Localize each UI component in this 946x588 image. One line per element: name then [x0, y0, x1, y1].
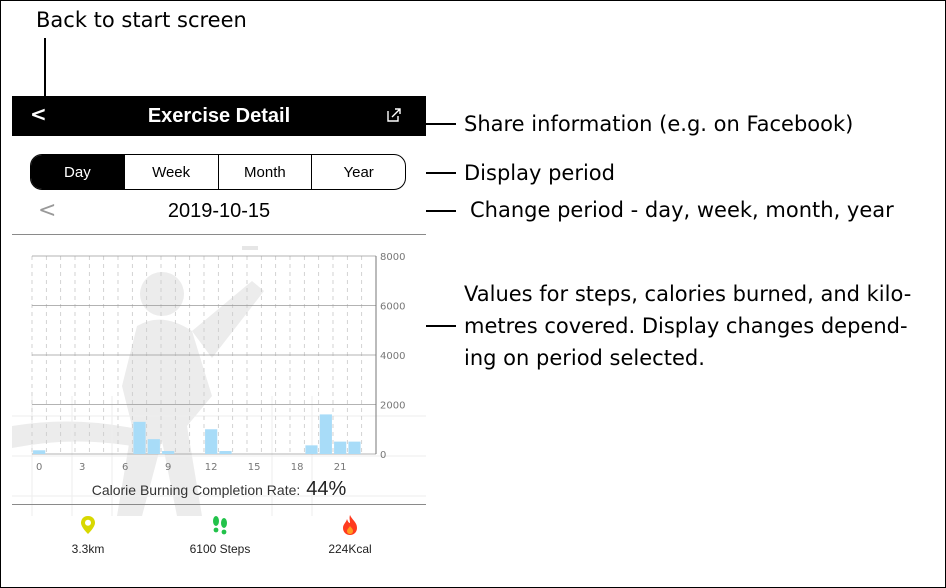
- chart-bar: [334, 441, 347, 454]
- annotation-share: Share information (e.g. on Facebook): [464, 112, 854, 136]
- chart-canvas: 8000 6000 4000 2000 0 0 3 6 9 12 15 18 21: [31, 252, 405, 473]
- tab-day[interactable]: Day: [31, 155, 124, 189]
- annotation-values-2: metres covered. Display changes depend-: [464, 314, 908, 338]
- rate-label: Calorie Burning Completion Rate:: [91, 482, 301, 498]
- annotation-values-3: ing on period selected.: [464, 346, 705, 370]
- location-pin-icon: [81, 516, 95, 534]
- steps-bar-chart: 8000 6000 4000 2000 0 0 3 6 9 12 15 18 21: [12, 236, 426, 486]
- distance-value: 3.3km: [71, 542, 105, 556]
- chart-bar: [305, 445, 318, 454]
- divider: [12, 234, 426, 235]
- annotation-period: Display period: [464, 161, 615, 185]
- share-icon[interactable]: [386, 107, 402, 123]
- annotation-share-line: [426, 123, 456, 125]
- date-navigator: < 2019-10-15: [12, 194, 426, 232]
- stat-steps: 6100 Steps: [160, 514, 280, 556]
- annotation-change-period: Change period - day, week, month, year: [470, 198, 894, 222]
- x-tick-label: 6: [122, 462, 128, 473]
- exercise-detail-screen: < Exercise Detail Day Week Month Year < …: [12, 96, 426, 572]
- stat-calories: 224Kcal: [290, 514, 410, 556]
- x-tick-label: 12: [205, 462, 218, 473]
- chart-bar: [33, 450, 46, 454]
- tab-week[interactable]: Week: [123, 155, 218, 189]
- x-tick-label: 21: [334, 462, 347, 473]
- chart-bar: [219, 451, 232, 454]
- tab-year[interactable]: Year: [311, 155, 405, 189]
- divider: [12, 504, 426, 505]
- annotation-back: Back to start screen: [36, 8, 247, 32]
- period-tabs: Day Week Month Year: [30, 154, 406, 190]
- x-tick-label: 15: [248, 462, 261, 473]
- chart-bar: [133, 421, 146, 454]
- page-title: Exercise Detail: [147, 105, 291, 127]
- stat-distance: 3.3km: [28, 514, 148, 556]
- annotation-back-line: [44, 38, 46, 104]
- calorie-completion-rate: Calorie Burning Completion Rate: 44%: [12, 478, 426, 504]
- header-bar: < Exercise Detail: [12, 96, 426, 136]
- annotation-values-1: Values for steps, calories burned, and k…: [464, 282, 912, 306]
- tab-month[interactable]: Month: [217, 155, 312, 189]
- y-tick-label: 0: [380, 450, 386, 461]
- current-date: 2019-10-15: [167, 200, 271, 222]
- steps-unit: Steps: [219, 542, 251, 556]
- y-tick-label: 8000: [380, 252, 405, 263]
- x-tick-label: 9: [165, 462, 171, 473]
- chart-bar: [147, 439, 160, 454]
- y-tick-label: 6000: [380, 302, 405, 313]
- chart-bar: [348, 441, 361, 454]
- chart-bar: [162, 451, 175, 454]
- footprints-icon: [213, 516, 227, 535]
- flame-icon: [343, 515, 357, 535]
- steps-number: 6100: [189, 542, 217, 556]
- y-tick-label: 4000: [380, 351, 405, 362]
- calories-value: 224Kcal: [328, 542, 372, 556]
- y-tick-label: 2000: [380, 401, 405, 412]
- x-tick-label: 18: [291, 462, 304, 473]
- rate-value: 44%: [306, 478, 347, 500]
- x-tick-label: 3: [79, 462, 85, 473]
- x-tick-label: 0: [36, 462, 42, 473]
- chart-bar: [205, 429, 218, 454]
- chart-bar: [319, 414, 332, 454]
